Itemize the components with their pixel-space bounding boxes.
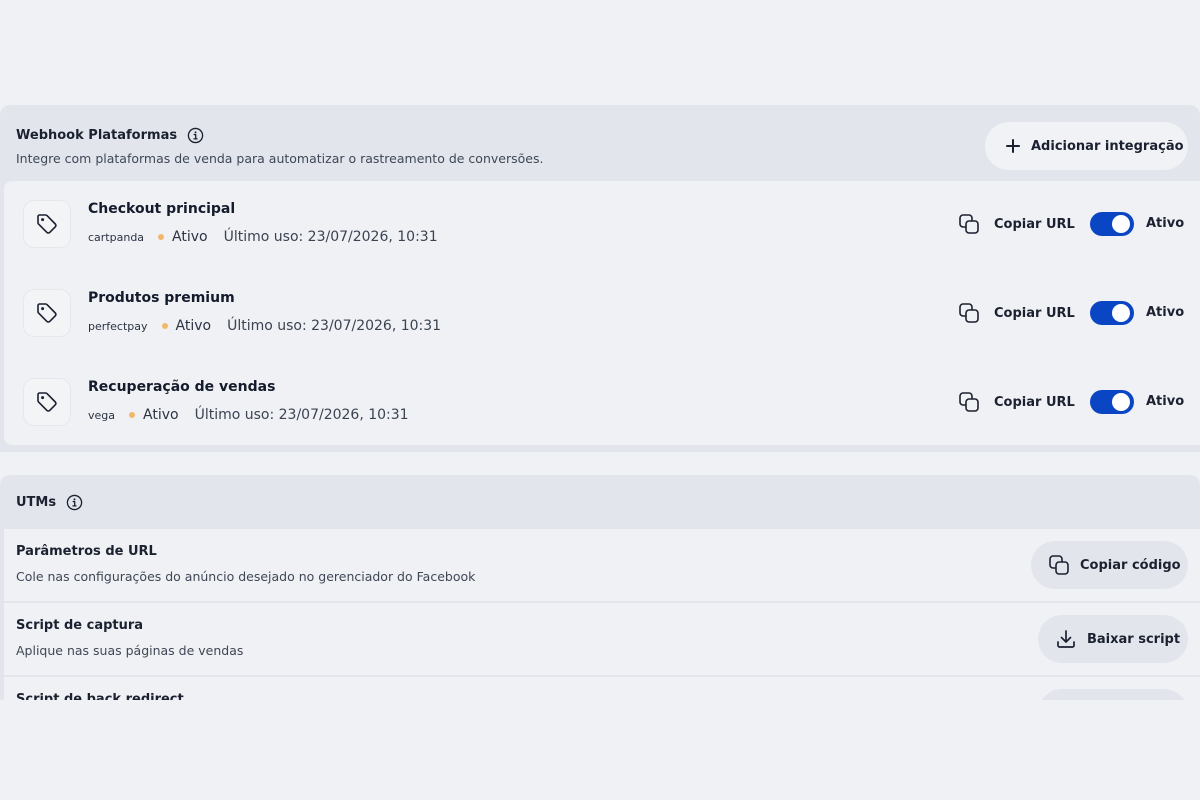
download-icon xyxy=(1057,630,1075,648)
toggle-label: Ativo xyxy=(1146,394,1185,409)
copy-icon xyxy=(959,303,979,323)
integration-platform: cartpanda xyxy=(88,230,145,244)
utms-title: UTMs xyxy=(16,495,57,510)
copy-url-button[interactable]: Copiar URL xyxy=(958,302,1075,324)
status-dot xyxy=(129,412,136,418)
copy-icon xyxy=(1049,555,1069,575)
copy-icon xyxy=(959,214,979,234)
utm-item-title: Parâmetros de URL xyxy=(16,544,157,559)
integration-row: Recuperação de vendas vega Ativo Último … xyxy=(4,359,1200,448)
active-toggle[interactable] xyxy=(1090,390,1134,414)
tag-icon xyxy=(24,379,70,425)
integration-row: Produtos premium perfectpay Ativo Último… xyxy=(4,270,1200,359)
active-toggle[interactable] xyxy=(1090,301,1134,325)
utm-item-subtitle: Aplique nas suas páginas de vendas xyxy=(16,643,244,658)
integration-row: Checkout principal cartpanda Ativo Últim… xyxy=(4,181,1200,270)
utm-item-title: Script de captura xyxy=(16,618,144,633)
integration-last-use: Último uso: 23/07/2026, 10:31 xyxy=(194,407,409,423)
toggle-label: Ativo xyxy=(1146,216,1185,231)
webhook-header: Webhook Plataformas Integre com platafor… xyxy=(16,127,543,166)
copy-code-label: Copiar código xyxy=(1080,557,1181,573)
add-integration-button[interactable]: Adicionar integração xyxy=(985,122,1188,170)
integration-meta: perfectpay Ativo Último uso: 23/07/2026,… xyxy=(88,318,441,334)
utm-item-title: Script de back redirect xyxy=(16,692,184,700)
toggle-knob xyxy=(1112,215,1130,233)
plus-icon xyxy=(1006,139,1020,153)
webhook-title: Webhook Plataformas xyxy=(16,128,178,143)
copy-url-label: Copiar URL xyxy=(994,216,1075,232)
utm-item-subtitle: Cole nas configurações do anúncio deseja… xyxy=(16,569,476,584)
integration-meta: cartpanda Ativo Último uso: 23/07/2026, … xyxy=(88,229,438,245)
copy-url-button[interactable]: Copiar URL xyxy=(958,213,1075,235)
copy-url-button[interactable]: Copiar URL xyxy=(958,391,1075,413)
integration-last-use: Último uso: 23/07/2026, 10:31 xyxy=(227,318,442,334)
toggle-knob xyxy=(1112,304,1130,322)
integration-status: Ativo xyxy=(172,229,208,245)
utms-section: UTMs Parâmetros de URL Cole nas configur… xyxy=(0,475,1200,700)
copy-code-button[interactable]: Copiar código xyxy=(1031,541,1188,589)
webhook-section: Webhook Plataformas Integre com platafor… xyxy=(0,105,1200,452)
status-dot xyxy=(158,234,165,240)
download-script-label: Baixar script xyxy=(1087,631,1181,647)
info-icon[interactable] xyxy=(187,127,204,144)
integration-last-use: Último uso: 23/07/2026, 10:31 xyxy=(223,229,438,245)
integration-name: Recuperação de vendas xyxy=(88,379,276,395)
utm-item: Parâmetros de URL Cole nas configurações… xyxy=(4,529,1200,601)
integration-name: Checkout principal xyxy=(88,201,236,217)
copy-url-label: Copiar URL xyxy=(994,394,1075,410)
integration-name: Produtos premium xyxy=(88,290,235,306)
integration-platform: vega xyxy=(88,408,116,422)
toggle-knob xyxy=(1112,393,1130,411)
info-icon[interactable] xyxy=(66,494,83,511)
integration-status: Ativo xyxy=(143,407,179,423)
utm-action-button[interactable] xyxy=(1038,689,1188,700)
copy-url-label: Copiar URL xyxy=(994,305,1075,321)
toggle-label: Ativo xyxy=(1146,305,1185,320)
integration-meta: vega Ativo Último uso: 23/07/2026, 10:31 xyxy=(88,407,409,423)
tag-icon xyxy=(24,290,70,336)
utms-header: UTMs xyxy=(16,494,83,511)
integration-platform: perfectpay xyxy=(88,319,148,333)
integration-status: Ativo xyxy=(175,318,212,334)
integrations-list: Checkout principal cartpanda Ativo Últim… xyxy=(4,181,1200,445)
download-script-button[interactable]: Baixar script xyxy=(1038,615,1188,663)
utm-item: Script de captura Aplique nas suas págin… xyxy=(4,603,1200,675)
status-dot xyxy=(161,323,168,329)
copy-icon xyxy=(959,392,979,412)
add-integration-label: Adicionar integração xyxy=(1031,138,1184,154)
webhook-subtitle: Integre com plataformas de venda para au… xyxy=(16,151,544,166)
tag-icon xyxy=(24,201,70,247)
utm-item: Script de back redirect xyxy=(4,677,1200,700)
active-toggle[interactable] xyxy=(1090,212,1134,236)
